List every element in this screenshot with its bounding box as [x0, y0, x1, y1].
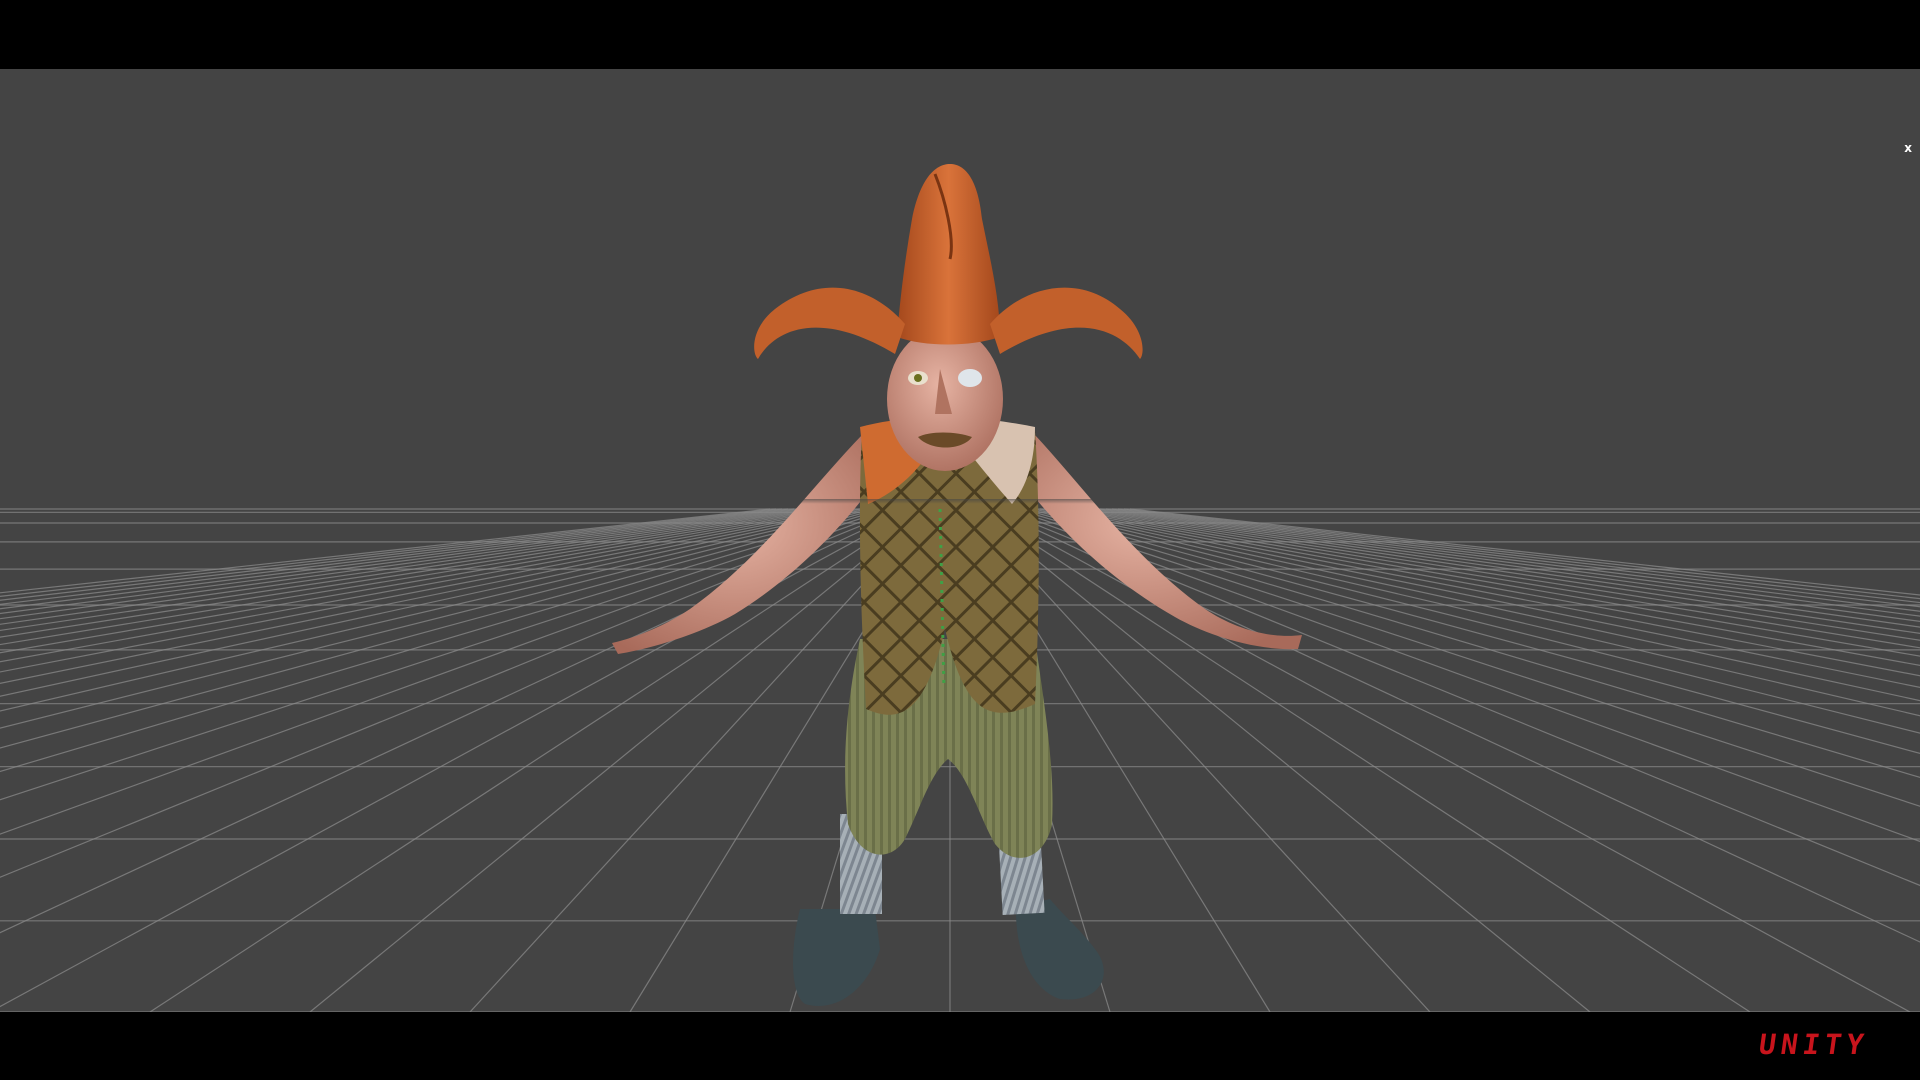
bottom-letterbox-bar	[0, 1012, 1920, 1080]
grid-line	[0, 508, 771, 594]
grid-line	[1129, 508, 1920, 596]
grid-line	[979, 508, 1751, 1012]
grid-line	[0, 508, 783, 601]
grid-line	[0, 508, 831, 646]
3d-viewport[interactable]: x	[0, 69, 1920, 1012]
top-letterbox-bar	[0, 0, 1920, 69]
grid-line	[985, 508, 1911, 1012]
grid-line	[0, 508, 837, 654]
brand-logo: UNITY	[1756, 1028, 1871, 1061]
scene-render	[0, 164, 1920, 1012]
grid-line	[1117, 508, 1920, 604]
grid-line	[0, 508, 819, 632]
grid-line	[1123, 508, 1920, 600]
close-icon[interactable]: x	[1900, 139, 1916, 157]
